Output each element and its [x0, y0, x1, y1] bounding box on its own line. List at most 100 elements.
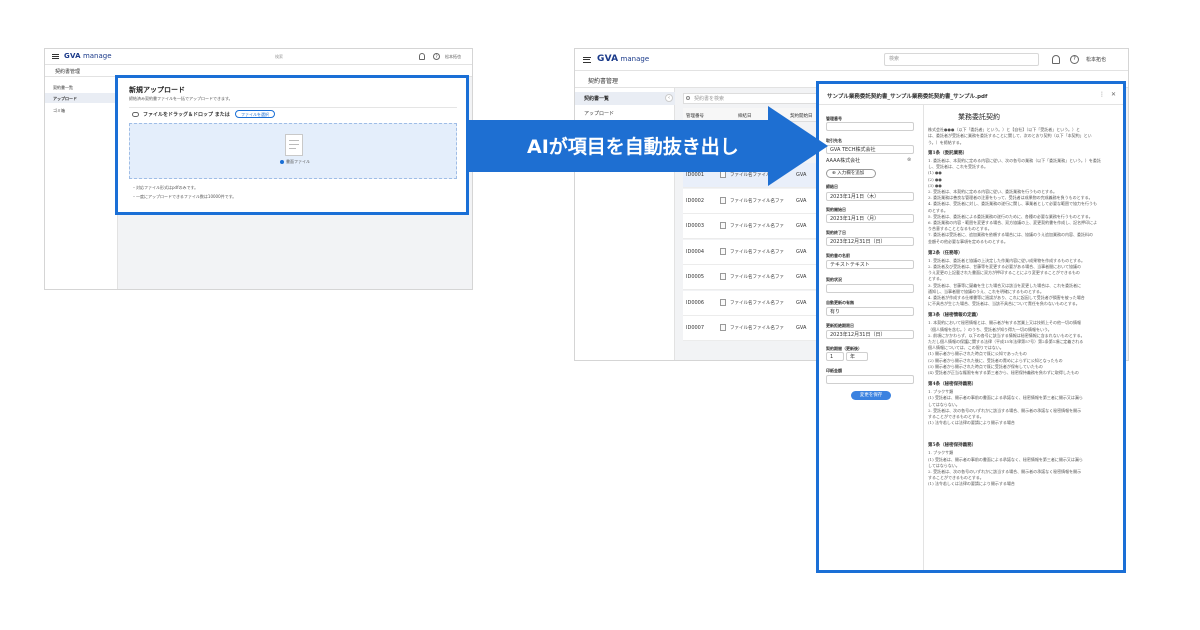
row-party: GVA [796, 248, 807, 255]
document-icon [285, 134, 303, 156]
doc-line: に不具合が生じた場合、受託者は、当該不具合について責任を負わないものとする。 [928, 301, 1080, 307]
bell-icon[interactable] [1052, 55, 1060, 64]
logo-suffix: manage [80, 52, 112, 60]
sidebar: 契約書一覧 アップロード ゴミ箱 [45, 77, 118, 289]
doc-line: は、委託者が受託者に業務を委託することに関して、次のとおり契約（以下「本契約」と… [928, 133, 1092, 139]
doc-line: う。）を締結する。 [928, 139, 964, 145]
period-unit-select[interactable]: 年 [846, 352, 868, 361]
search-input[interactable]: 検索 [884, 53, 1039, 66]
app-header: GVA manage 検索 ? 松本拓也 [575, 49, 1128, 71]
party-input-2[interactable]: AAAA株式会社 [826, 157, 914, 165]
table-row[interactable]: ID0007 ファイル名ファイル名ファ GVA [683, 316, 823, 341]
close-icon[interactable]: ✕ [1111, 91, 1116, 98]
title-input[interactable]: テキストテキスト [826, 260, 914, 269]
table-row[interactable]: ID0002 ファイル名ファイル名ファ GVA [683, 188, 823, 214]
sidebar-item-trash[interactable]: ゴミ箱 [53, 108, 65, 114]
select-file-button[interactable]: ファイルを選択 [235, 110, 275, 118]
doc-line: 1. プラクサ類 [928, 450, 954, 456]
sidebar-item-list[interactable]: 契約書一覧 [53, 85, 73, 91]
table-row[interactable]: ID0003 ファイル名ファイル名ファ GVA [683, 214, 823, 239]
note-1: ・対応ファイル形式はpdfのみです。 [132, 185, 199, 190]
stamp-select[interactable] [826, 375, 914, 384]
file-icon [720, 298, 726, 306]
doc-line: (1) 受託者は、開示者の事前の書面による承諾なく、秘密情報を第三者に開示又は漏… [928, 456, 1083, 462]
row-party: GVA [796, 299, 807, 306]
row-id: ID0005 [686, 274, 705, 280]
mgmt-input[interactable] [826, 122, 914, 131]
row-id: ID0004 [686, 248, 705, 255]
doc-line: 7. 委託者は受託者に、追加業務を依頼する場合には、協議のうえ追加業務の内容、委… [928, 232, 1093, 238]
remove-icon[interactable]: ⊗ [907, 157, 911, 163]
doc-line: 3. 受託者は、甘藤等に疑義を生じた場合又は該当を変更した場合は、これを委託者に [928, 282, 1082, 288]
row-party: GVA [796, 223, 807, 229]
app-header: GVA manage 検索 ? 松本拓也 [45, 49, 472, 65]
end-date-input[interactable]: 2023年12月31日（日） [826, 237, 914, 246]
file-icon [720, 273, 726, 280]
stamp-label: 印紙金額 [826, 368, 842, 373]
doc-line: 2. 受託者は、次の各号のいずれかに該当する場合、開示者の承諾なく秘密情報を開示 [928, 468, 1082, 474]
table-row[interactable]: ID0005 ファイル名ファイル名ファ GVA [683, 265, 823, 290]
file-icon [720, 324, 726, 331]
renew-select[interactable]: 有り [826, 307, 914, 316]
drop-text: ファイルをドラッグ＆ドロップ または [143, 112, 230, 118]
row-party: GVA [796, 325, 807, 331]
start-date-input[interactable]: 2023年1月1日（月） [826, 214, 914, 223]
start-label: 契約開始日 [826, 207, 846, 212]
party-input-1[interactable]: GVA TECH株式会社 [826, 145, 914, 154]
user-name[interactable]: 松本拓也 [445, 54, 461, 60]
table-row[interactable]: ID0006 ファイル名ファイル名ファ GVA [683, 290, 823, 316]
doc-line: のとする。 [928, 207, 948, 213]
doc-line: 2. 前項にかかわらず、以下の各号に該当する情報は秘密情報に含まれないものとする… [928, 332, 1085, 338]
row-file: ファイル名ファイル名ファ [730, 300, 784, 306]
more-icon[interactable]: ⋮ [1099, 91, 1105, 98]
drop-zone[interactable]: 書面ファイル [129, 123, 457, 179]
doc-line: し、受託者は、これを受託する。 [928, 164, 988, 170]
doc-line: (4) 受託者が正当な権限を有する第三者から、秘密保持義務を負わずに取得したもの [928, 369, 1079, 375]
row-id: ID0007 [686, 325, 705, 331]
upload-card: 新規アップロード 締結済み契約書ファイルを一括でアップロードできます。 ファイル… [115, 75, 469, 215]
menu-icon[interactable] [583, 57, 591, 63]
menu-icon[interactable] [52, 54, 59, 59]
table-row[interactable]: ID0004 ファイル名ファイル名ファ GVA [683, 239, 823, 265]
status-label: 契約状況 [826, 277, 842, 282]
doc-line: してはならない。 [928, 462, 960, 468]
doc-title: 業務委託契約 [958, 113, 1000, 121]
cloud-upload-icon [132, 112, 139, 117]
row-party: GVA [796, 274, 807, 280]
panel-filename: サンプル業務委託契約書_サンプル業務委託契約書_サンプル.pdf [827, 94, 988, 100]
search-input[interactable]: 検索 [275, 54, 405, 60]
doc-heading: 第2条（任務等） [928, 250, 963, 256]
signed-date-input[interactable]: 2023年1月1日（木） [826, 192, 914, 201]
renew-label: 自動更新の有無 [826, 300, 854, 305]
row-id: ID0002 [686, 197, 705, 204]
table-search-input[interactable]: 契約書を検索 [683, 93, 823, 104]
collapse-icon[interactable]: ‹ [665, 94, 673, 102]
save-button[interactable]: 変更を保存 [851, 391, 891, 400]
doc-line: 4. 委託者が作成する仕様書等に過誤があり、これに起因して受託者が損害を被った場… [928, 294, 1085, 300]
doc-line: (1) 受託者は、開示者の事前の書面による承諾なく、秘密情報を第三者に開示又は漏… [928, 395, 1083, 401]
notice-label: 更新拒絶期限日 [826, 323, 854, 328]
doc-line: (1) 法令若しくは法律の要請により開示する場合 [928, 481, 1015, 487]
sidebar-item-list[interactable]: 契約書一覧 [584, 95, 609, 102]
bell-icon[interactable] [419, 53, 425, 60]
notice-date-input[interactable]: 2023年12月31日（日） [826, 330, 914, 339]
title-label: 契約書の名前 [826, 253, 850, 258]
doc-line: 2. 受託者は、本契約に定める内容に従い、委託業務を行うものとする。 [928, 188, 1057, 194]
doc-heading: 第1条（委託業務） [928, 150, 968, 156]
period-number-input[interactable]: 1 [826, 352, 844, 361]
sidebar-item-upload[interactable]: アップロード [53, 96, 77, 102]
row-party: GVA [796, 197, 807, 204]
upload-description: 締結済み契約書ファイルを一括でアップロードできます。 [129, 96, 233, 101]
doc-heading: 第4条（秘密保持義務） [928, 382, 977, 388]
note-2: ・一度にアップロードできるファイル数は10000件です。 [132, 194, 237, 199]
doc-line: うえ変更の上記載された書面に双方が押印することにより変更することができるもの [928, 270, 1080, 276]
doc-line: とする。 [928, 276, 944, 282]
doc-line: (1) 法令若しくは法律の要請により開示する場合 [928, 420, 1015, 426]
doc-line: 6. 委託業務の内容・範囲を変更する場合、双方協議の上、変更契約書を作成し、記名… [928, 219, 1098, 225]
user-name[interactable]: 松本拓也 [1086, 56, 1106, 63]
file-icon [720, 196, 726, 204]
doc-heading: 第3条（秘密情報の定義） [928, 313, 981, 319]
section-title: 契約書管理 [588, 78, 619, 85]
doc-line: 2. 委託者及び受託者は、甘藤等を変更する必要がある場合、当事者間において協議の [928, 263, 1081, 269]
status-select[interactable] [826, 284, 914, 293]
